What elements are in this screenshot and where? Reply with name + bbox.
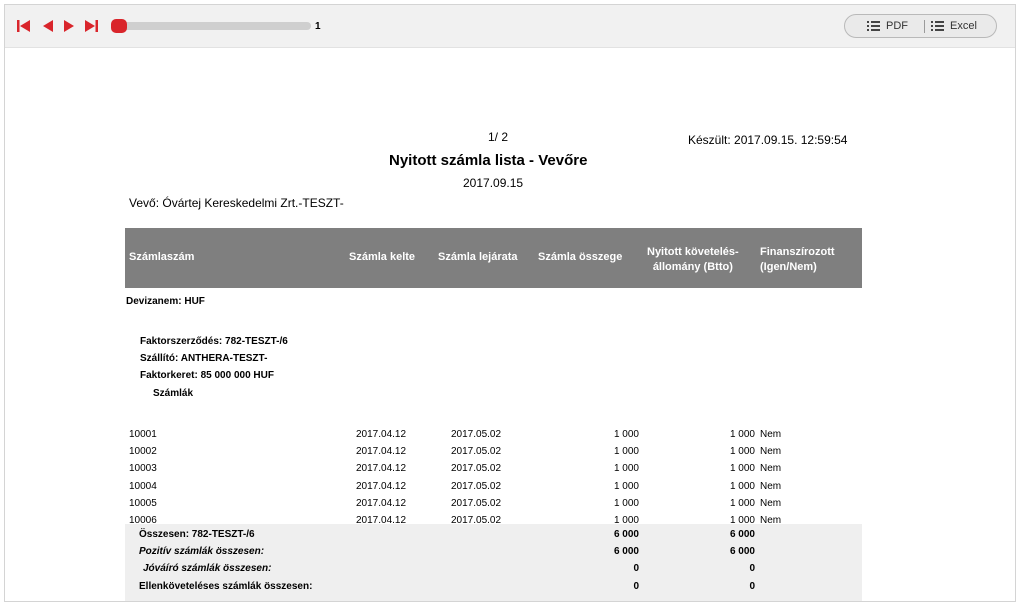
open-amount: 1 000 xyxy=(729,498,755,509)
report-title: Nyitott számla lista - Vevőre xyxy=(389,152,588,169)
financed-flag: Nem xyxy=(760,429,782,440)
invoice-amount: 1 000 xyxy=(613,463,639,474)
report-toolbar: 1 PDF Excel xyxy=(5,5,1015,48)
totals-label: Ellenköveteléses számlák összesen: xyxy=(139,581,313,592)
column-header-kelte: Számla kelte xyxy=(349,251,416,263)
column-header-szamlaszam: Számlaszám xyxy=(129,251,195,263)
column-header-nyitott-line1: Nyitott követelés- xyxy=(647,246,739,258)
invoice-amount: 1 000 xyxy=(613,481,639,492)
column-header-finanszirozott-line2: (Igen/Nem) xyxy=(760,261,817,273)
list-icon xyxy=(931,21,944,32)
invoice-date: 2017.04.12 xyxy=(356,429,407,440)
table-row: 10005 2017.04.12 2017.05.02 1 000 1 000 … xyxy=(125,495,862,512)
invoice-date: 2017.04.12 xyxy=(356,481,407,492)
invoice-date: 2017.04.12 xyxy=(356,463,407,474)
open-amount: 1 000 xyxy=(729,463,755,474)
open-amount: 1 000 xyxy=(729,446,755,457)
created-timestamp: Készült: 2017.09.15. 12:59:54 xyxy=(688,133,848,147)
totals-row: Pozitív számlák összesen: 6 000 6 000 xyxy=(125,544,862,561)
table-row: 10002 2017.04.12 2017.05.02 1 000 1 000 … xyxy=(125,443,862,460)
table-header: Számlaszám Számla kelte Számla lejárata … xyxy=(125,228,862,288)
totals-amount: 6 000 xyxy=(613,546,639,557)
totals-row: Ellenköveteléses számlák összesen: 0 0 xyxy=(125,579,862,596)
financed-flag: Nem xyxy=(760,446,782,457)
invoice-amount: 1 000 xyxy=(613,498,639,509)
totals-amount: 0 xyxy=(633,563,639,574)
page-slider[interactable] xyxy=(111,19,311,33)
column-header-nyitott: Nyitott követelés- állomány (Btto) xyxy=(647,245,739,275)
factor-limit-label: Faktorkeret: 85 000 000 HUF xyxy=(140,370,274,381)
invoice-number: 10004 xyxy=(129,481,157,492)
report-date: 2017.09.15 xyxy=(463,176,524,190)
invoice-due-date: 2017.05.02 xyxy=(451,498,502,509)
financed-flag: Nem xyxy=(760,463,782,474)
first-page-icon[interactable] xyxy=(16,19,32,33)
page-indicator: 1/ 2 xyxy=(488,130,509,144)
open-amount: 1 000 xyxy=(729,481,755,492)
supplier-label: Szállító: ANTHERA-TESZT- xyxy=(140,353,268,364)
report-page: 1/ 2 Készült: 2017.09.15. 12:59:54 Nyito… xyxy=(5,48,1015,601)
invoice-due-date: 2017.05.02 xyxy=(451,463,502,474)
export-pdf-label: PDF xyxy=(886,20,908,32)
totals-amount: 0 xyxy=(633,581,639,592)
invoice-number: 10001 xyxy=(129,429,157,440)
open-amount: 1 000 xyxy=(729,429,755,440)
invoice-due-date: 2017.05.02 xyxy=(451,481,502,492)
invoices-label: Számlák xyxy=(153,388,194,399)
totals-label: Jóváíró számlák összesen: xyxy=(143,563,272,574)
totals-section: Összesen: 782-TESZT-/6 6 000 6 000 Pozit… xyxy=(125,524,862,601)
table-row: 10001 2017.04.12 2017.05.02 1 000 1 000 … xyxy=(125,426,862,443)
list-icon xyxy=(867,21,880,32)
export-divider xyxy=(924,20,925,33)
totals-label: Pozitív számlák összesen: xyxy=(139,546,265,557)
column-header-finanszirozott-line1: Finanszírozott xyxy=(760,246,835,258)
totals-open-amount: 0 xyxy=(749,581,755,592)
table-row: 10004 2017.04.12 2017.05.02 1 000 1 000 … xyxy=(125,478,862,495)
previous-page-icon[interactable] xyxy=(40,19,56,33)
currency-label: Devizanem: HUF xyxy=(126,296,205,307)
totals-open-amount: 6 000 xyxy=(729,529,755,540)
totals-row: Összesen: 782-TESZT-/6 6 000 6 000 xyxy=(125,527,862,544)
column-header-finanszirozott: Finanszírozott (Igen/Nem) xyxy=(760,245,835,275)
totals-amount: 6 000 xyxy=(613,529,639,540)
totals-open-amount: 6 000 xyxy=(729,546,755,557)
invoice-number: 10002 xyxy=(129,446,157,457)
totals-row: Jóváíró számlák összesen: 0 0 xyxy=(125,561,862,578)
export-excel-button[interactable]: Excel xyxy=(931,15,977,37)
column-header-lejarata: Számla lejárata xyxy=(438,251,518,263)
export-excel-label: Excel xyxy=(950,20,977,32)
current-page-number: 1 xyxy=(315,21,321,32)
invoice-due-date: 2017.05.02 xyxy=(451,446,502,457)
buyer-name: Vevő: Óvártej Kereskedelmi Zrt.-TESZT- xyxy=(129,196,344,210)
page-slider-handle[interactable] xyxy=(111,19,127,33)
financed-flag: Nem xyxy=(760,481,782,492)
invoice-amount: 1 000 xyxy=(613,446,639,457)
invoice-number: 10005 xyxy=(129,498,157,509)
contract-label: Faktorszerződés: 782-TESZT-/6 xyxy=(140,336,288,347)
table-row: 10003 2017.04.12 2017.05.02 1 000 1 000 … xyxy=(125,460,862,477)
invoice-number: 10003 xyxy=(129,463,157,474)
export-pdf-button[interactable]: PDF xyxy=(867,15,908,37)
report-viewer: 1 PDF Excel 1/ 2 Készült: 2017.09.15. 12… xyxy=(4,4,1016,602)
invoice-amount: 1 000 xyxy=(613,429,639,440)
financed-flag: Nem xyxy=(760,498,782,509)
export-button-group: PDF Excel xyxy=(844,14,997,38)
column-header-nyitott-line2: állomány (Btto) xyxy=(652,261,733,273)
totals-label: Összesen: 782-TESZT-/6 xyxy=(139,529,255,540)
last-page-icon[interactable] xyxy=(83,19,99,33)
invoice-due-date: 2017.05.02 xyxy=(451,429,502,440)
totals-open-amount: 0 xyxy=(749,563,755,574)
invoice-date: 2017.04.12 xyxy=(356,498,407,509)
column-header-osszege: Számla összege xyxy=(538,251,623,263)
next-page-icon[interactable] xyxy=(61,19,77,33)
invoice-date: 2017.04.12 xyxy=(356,446,407,457)
